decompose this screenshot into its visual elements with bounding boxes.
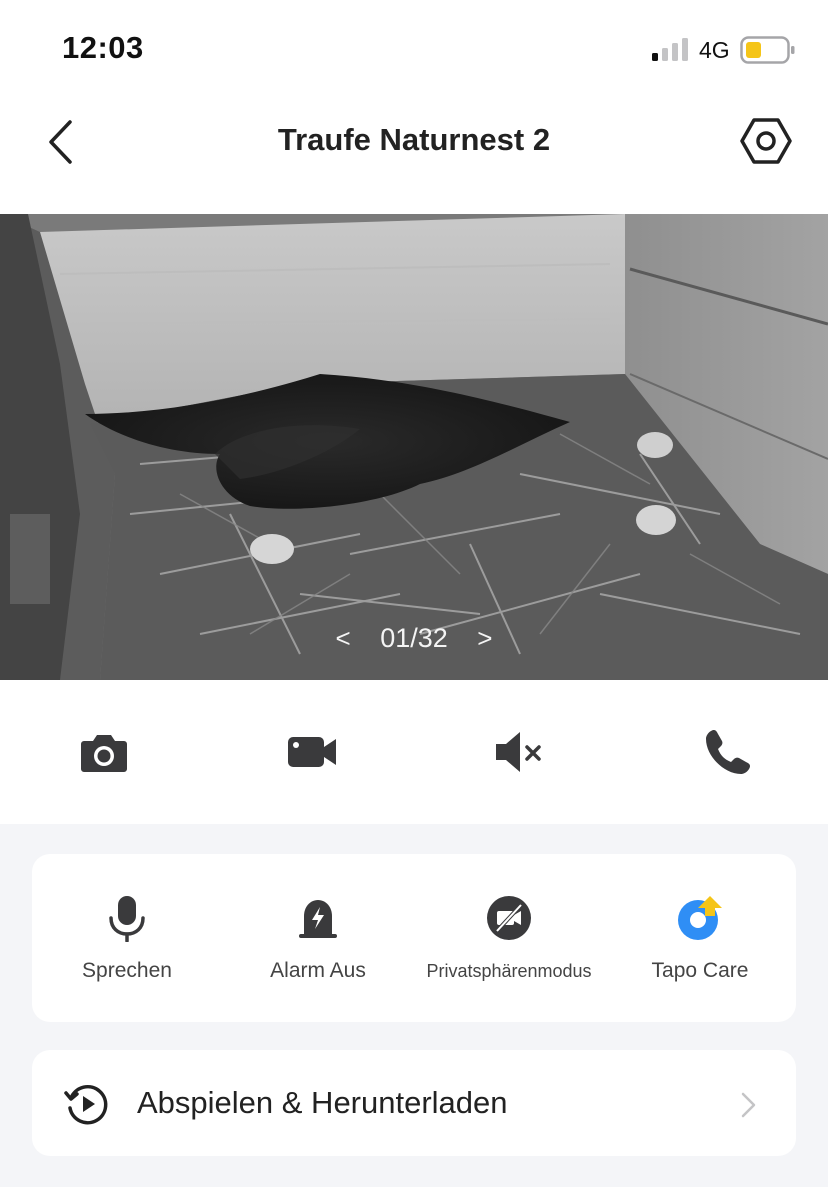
- live-controls-bar: [0, 680, 828, 824]
- playback-history-icon: [64, 1084, 108, 1125]
- camera-snapshot-icon[interactable]: [78, 726, 130, 778]
- status-bar: 12:03 4G: [0, 0, 828, 95]
- network-type: 4G: [699, 37, 730, 63]
- talk-label: Sprechen: [82, 959, 172, 982]
- nest-box-image: [0, 214, 828, 680]
- tapo-care-icon: [678, 896, 722, 940]
- camera-feed[interactable]: < 01/32 >: [0, 214, 828, 680]
- next-clip-button[interactable]: >: [455, 623, 514, 654]
- alarm-off-label: Alarm Aus: [270, 959, 366, 982]
- clip-counter-text: 01/32: [380, 623, 448, 654]
- playback-download-row[interactable]: Abspielen & Herunterladen: [32, 1050, 796, 1156]
- chevron-right-icon: [741, 1092, 756, 1118]
- privacy-mode-button[interactable]: Privatsphärenmodus: [414, 894, 604, 982]
- alarm-off-button[interactable]: Alarm Aus: [223, 894, 413, 983]
- battery-icon: [740, 36, 795, 64]
- settings-hexagon-icon[interactable]: [740, 115, 792, 167]
- tapo-care-label: Tapo Care: [651, 959, 749, 982]
- alarm-siren-icon: [299, 900, 337, 938]
- status-time: 12:03: [62, 30, 144, 65]
- microphone-icon: [109, 896, 145, 943]
- privacy-mode-icon: [487, 896, 531, 940]
- clip-counter: < 01/32 >: [0, 622, 828, 654]
- cellular-signal-icon: [652, 38, 688, 61]
- feature-card: Sprechen Alarm Aus Privatsphärenmodus Ta…: [32, 854, 796, 1022]
- tapo-care-button[interactable]: Tapo Care: [605, 894, 795, 983]
- phone-call-icon[interactable]: [702, 726, 754, 778]
- talk-button[interactable]: Sprechen: [32, 894, 222, 983]
- video-record-icon[interactable]: [286, 726, 338, 778]
- speaker-muted-icon[interactable]: [494, 726, 546, 778]
- playback-download-label: Abspielen & Herunterladen: [137, 1085, 508, 1120]
- page-title: Traufe Naturnest 2: [277, 122, 551, 157]
- nav-bar: Traufe Naturnest 2: [0, 95, 828, 214]
- previous-clip-button[interactable]: <: [314, 623, 373, 654]
- privacy-mode-label: Privatsphärenmodus: [426, 961, 592, 981]
